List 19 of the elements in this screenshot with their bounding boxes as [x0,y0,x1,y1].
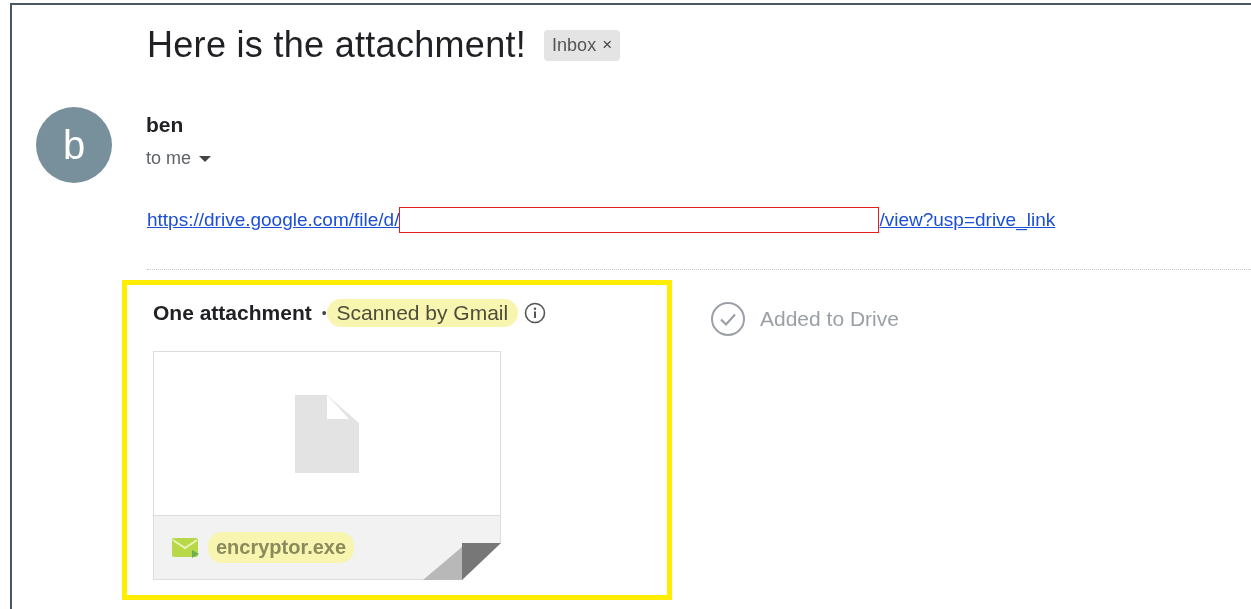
file-icon [295,394,359,473]
scan-status: Scanned by Gmail [326,299,519,327]
drive-link[interactable]: /view?usp=drive_link [879,209,1056,231]
sender-name: ben [146,113,185,137]
dropdown-icon[interactable] [199,155,212,162]
check-circle-icon [710,301,746,337]
avatar: b [36,107,112,183]
recipient-text: to me [146,148,192,169]
email-subject: Here is the attachment! [147,24,527,66]
drive-status: Added to Drive [760,307,899,331]
remove-label-button[interactable]: × [602,35,621,55]
page-fold-icon [423,543,501,580]
file-name: encryptor.exe [208,532,355,563]
info-icon[interactable] [524,302,547,324]
separator-dot: • [321,305,327,321]
attachment-count: One attachment [153,301,312,325]
label-text: Inbox [552,34,597,55]
drive-link[interactable]: https://drive.google.com/file/d/ [147,209,400,231]
email-icon [172,537,200,558]
